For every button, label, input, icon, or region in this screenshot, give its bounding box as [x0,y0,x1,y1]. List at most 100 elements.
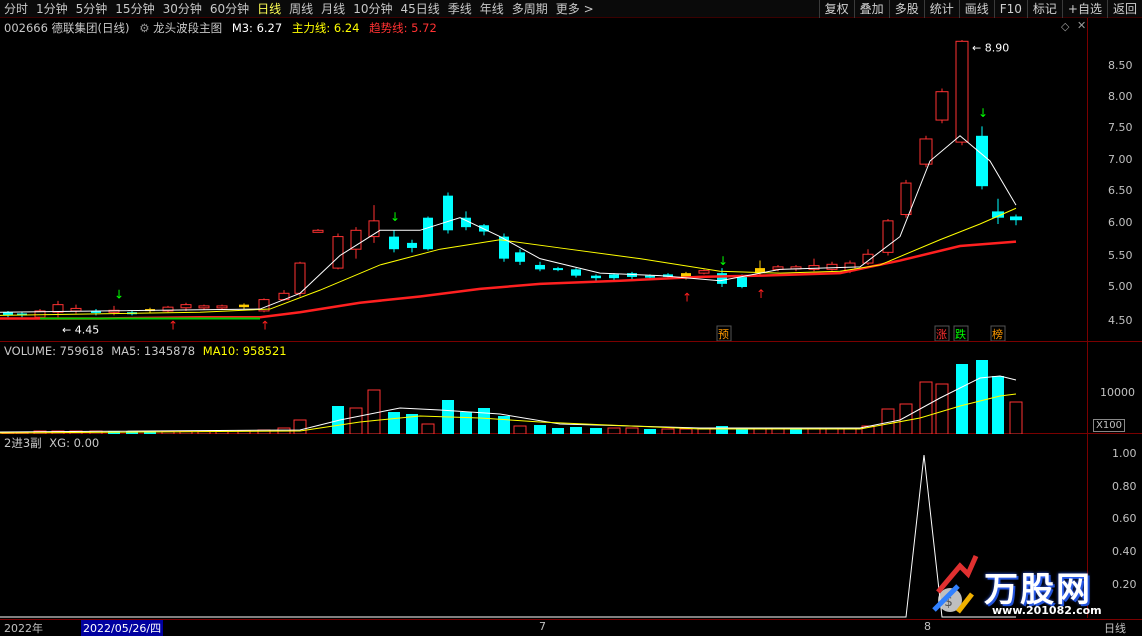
sub-tick: 1.00 [1112,447,1137,460]
volume-bar [625,427,639,434]
sell-arrow-icon: ↓ [390,210,400,224]
tab-6[interactable]: 日线 [253,0,285,18]
period-tabs: 分时 1分钟 5分钟 15分钟 30分钟 60分钟 日线 周线 月线 10分钟 45日线 季线 年线 多周… [0,0,598,18]
month-7-label: 7 [539,620,546,633]
candle-body [955,40,969,143]
volume-bar [661,428,675,434]
tab-0[interactable]: 分时 [0,0,32,18]
tab-5[interactable]: 60分钟 [206,0,253,18]
volume-bar [807,428,821,434]
date-axis: 2022年 2022/05/26/四 7 8 日线 [0,619,1142,636]
volume-bar [679,428,693,434]
watermark-logo: $ 万股网 www.201082.com [928,552,1118,618]
sell-arrow-icon: ↓ [978,106,988,120]
tab-3[interactable]: 15分钟 [111,0,158,18]
tab-13[interactable]: 多周期 [508,0,552,18]
volume-bar [513,425,527,434]
candle-body [571,269,581,276]
tab-2[interactable]: 5分钟 [72,0,112,18]
candle-body [609,274,619,279]
toolbar-button-2[interactable]: 多股 [888,0,924,18]
xg-line [0,454,1016,618]
toolbar-button-0[interactable]: 复权 [818,0,854,18]
volume-bar [293,419,307,434]
tab-1[interactable]: 1分钟 [32,0,72,18]
price-tick: 7.50 [1108,121,1133,134]
cursor-date: 2022/05/26/四 [81,620,164,636]
candle-body [535,264,545,270]
tab-10[interactable]: 45日线 [396,0,443,18]
price-tick: 4.50 [1108,314,1133,327]
toolbar-button-8[interactable]: 返回 [1106,0,1142,18]
volume-bar [498,416,510,434]
price-tick: 6.50 [1108,184,1133,197]
candle-body [407,242,417,248]
tab-14[interactable]: 更多 > [552,0,598,18]
volume-bar [349,407,363,434]
sub-tick: 0.80 [1112,480,1137,493]
low-price-label: ← 4.45 [62,324,99,337]
ma10-value: MA10: 958521 [202,344,287,358]
candle-body [423,217,433,250]
tab-12[interactable]: 年线 [476,0,508,18]
candle-body [935,91,949,121]
signal-marker: 涨 [936,328,947,341]
volume-bar [753,428,767,434]
tab-4[interactable]: 30分钟 [159,0,206,18]
sub-chart [0,454,1016,618]
price-tick: 5.00 [1108,280,1133,293]
sell-arrow-icon: ↓ [114,287,124,301]
volume-tick: 10000 [1100,386,1135,399]
volume-bar [843,428,857,434]
price-tick: 8.00 [1108,90,1133,103]
volume-bar [552,428,564,434]
volume-bar [534,425,546,434]
candle-body [591,275,601,279]
candle-body [350,229,362,250]
volume-value: VOLUME: 759618 [4,344,104,358]
volume-bar [388,412,400,434]
sub-tick: 0.60 [1112,512,1137,525]
volume-bar [956,364,968,434]
volume-bar [935,383,949,434]
toolbar-button-7[interactable]: +自选 [1061,0,1107,18]
candle-body [294,262,306,294]
volume-bar [992,376,1004,434]
candle-body [976,135,988,187]
volume-bar [421,423,435,434]
buy-arrow-icon: ↑ [260,319,270,333]
month-8-label: 8 [924,620,931,633]
sell-arrow-icon: ↓ [718,254,728,268]
volume-bar [478,408,490,434]
toolbar-button-6[interactable]: 标记 [1026,0,1062,18]
toolbar-button-4[interactable]: 画线 [958,0,994,18]
buy-arrow-icon: ↑ [168,319,178,333]
period-label: 日线 [1104,622,1126,635]
signal-marker: 榜 [992,327,1003,341]
candle-body [239,304,249,308]
volume-bar [976,360,988,434]
tab-8[interactable]: 月线 [317,0,349,18]
toolbar-button-3[interactable]: 统计 [923,0,959,18]
candle-body [515,252,525,262]
signal-marker: 跌 [955,327,966,341]
right-axis-divider [1087,18,1088,618]
candle-body [198,305,210,309]
candle-body [698,270,710,274]
volume-bar [570,427,582,434]
candle-body [900,182,912,216]
volume-bar [771,428,785,434]
price-tick: 8.50 [1108,59,1133,72]
volume-unit: X100 [1093,419,1125,432]
volume-bar [825,428,839,434]
candle-body [332,236,344,269]
tab-11[interactable]: 季线 [444,0,476,18]
tab-7[interactable]: 周线 [285,0,317,18]
candle-body [645,275,655,278]
toolbar-button-5[interactable]: F10 [993,0,1027,18]
toolbar-button-1[interactable]: 叠加 [853,0,889,18]
candle-body [553,268,563,271]
candle-body [70,307,82,312]
tab-9[interactable]: 10分钟 [349,0,396,18]
candle-body [389,236,399,250]
